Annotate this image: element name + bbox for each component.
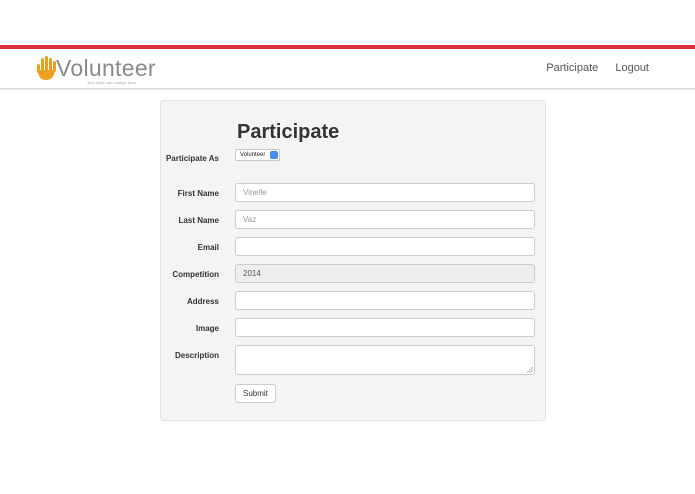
address-field[interactable] [235,291,535,310]
last-name-label: Last Name [178,216,219,225]
brand-tagline: Your skills can change lives [87,80,136,85]
description-label: Description [174,351,219,360]
competition-field: 2014 [235,264,535,283]
form-title: Participate [237,121,340,143]
competition-label: Competition [172,270,219,279]
email-label: Email [197,243,219,252]
participate-as-value: Volunteer [240,152,266,158]
nav-link-participate[interactable]: Participate [546,62,598,74]
brand-name: Volunteer [56,55,156,81]
description-textarea[interactable] [235,345,535,375]
select-arrows-icon [270,151,279,159]
image-field[interactable] [235,318,535,337]
resize-grip-icon[interactable] [527,367,533,373]
hand-icon [37,56,56,80]
nav-link-logout[interactable]: Logout [615,62,649,74]
email-field[interactable] [235,237,535,256]
first-name-field[interactable]: Vinelle [235,183,535,202]
image-label: Image [195,324,219,333]
participate-as-select[interactable]: Volunteer [235,149,281,161]
first-name-label: First Name [177,189,219,198]
last-name-field[interactable]: Vaz [235,210,535,229]
participate-form-panel: Participate Participate As Volunteer Fir… [160,100,546,421]
nav-links: Participate Logout [532,62,649,74]
submit-button[interactable]: Submit [235,384,276,403]
navbar: Volunteer Your skills can change lives P… [0,49,695,89]
participate-as-label: Participate As [165,154,219,163]
address-label: Address [186,297,219,306]
